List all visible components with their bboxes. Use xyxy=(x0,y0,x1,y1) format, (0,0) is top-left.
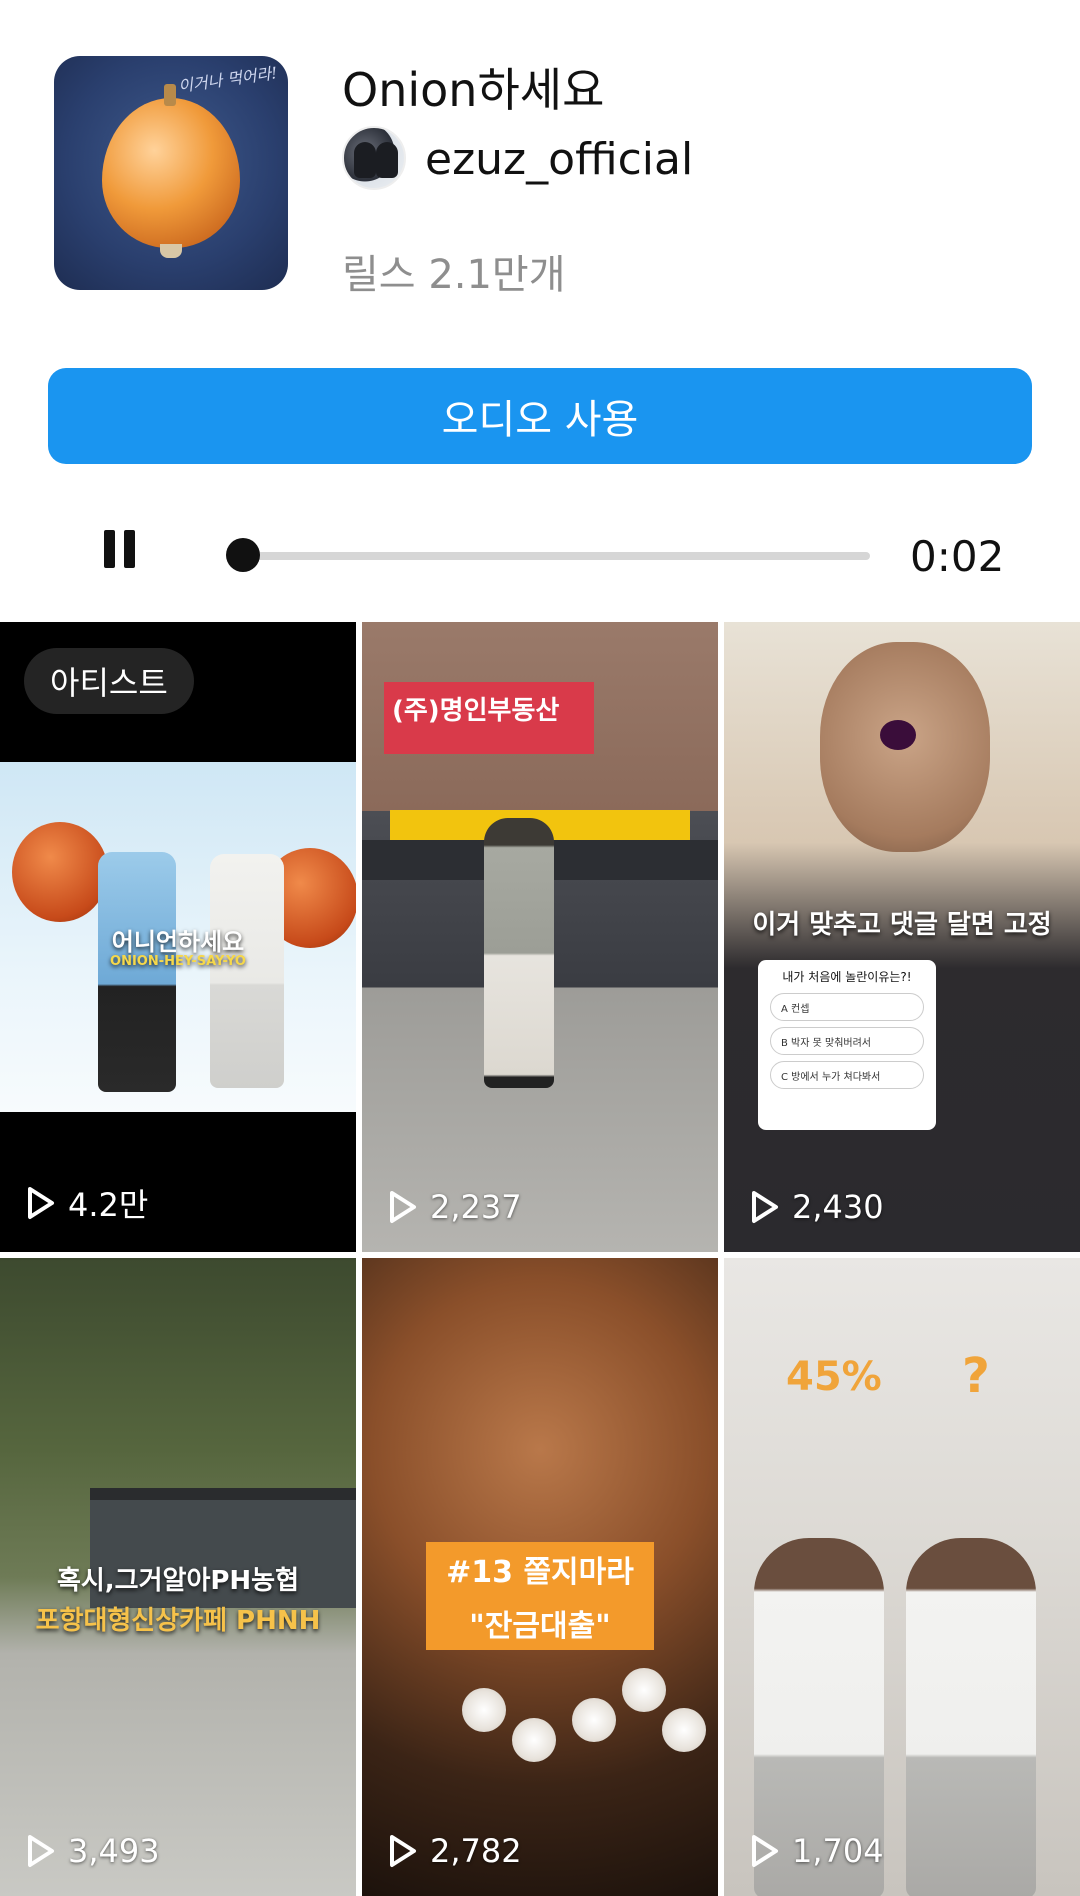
person-figure xyxy=(906,1538,1036,1896)
reel-tile[interactable]: #13 쫄지마라 "잔금대출" 2,782 xyxy=(362,1258,718,1896)
audio-title: Onion하세요 xyxy=(342,63,605,117)
storefront-sign: (주)명인부동산 xyxy=(384,682,594,754)
lamp-decoration xyxy=(622,1668,666,1712)
reel-overlay-subtext: 포항대형신상카페 PHNH xyxy=(35,1606,321,1636)
progress-knob[interactable] xyxy=(226,538,260,572)
play-icon xyxy=(390,1191,416,1223)
reels-count: 릴스 2.1만개 xyxy=(342,252,566,298)
view-count: 2,430 xyxy=(750,1188,884,1226)
view-count-value: 2,430 xyxy=(792,1188,884,1226)
quiz-sticker: 내가 처음에 놀란이유는?! A 컨셉 B 박자 못 맞춰버려서 C 방에서 누… xyxy=(758,960,936,1130)
play-icon xyxy=(752,1835,778,1867)
play-icon xyxy=(390,1835,416,1867)
progress-track[interactable] xyxy=(226,552,870,560)
person-figure xyxy=(484,818,554,1088)
use-audio-button[interactable]: 오디오 사용 xyxy=(48,368,1032,464)
reel-overlay-text: 45% xyxy=(786,1354,882,1400)
view-count: 2,782 xyxy=(388,1832,522,1870)
artist-avatar[interactable] xyxy=(342,126,406,190)
reel-tile[interactable]: 혹시,그거알아PH농협 포항대형신상카페 PHNH 3,493 xyxy=(0,1258,356,1896)
quiz-option: A 컨셉 xyxy=(770,993,924,1021)
reels-grid: 어니언하세요 ONION-HEY-SAY-YO 아티스트 4.2만 (주)명인부… xyxy=(0,622,1080,1896)
reel-overlay-subtext: "잔금대출" xyxy=(426,1596,654,1650)
view-count: 2,237 xyxy=(388,1188,522,1226)
view-count: 3,493 xyxy=(26,1832,160,1870)
view-count-value: 2,782 xyxy=(430,1832,522,1870)
reel-overlay-text: 이거 맞추고 댓글 달면 고정 xyxy=(752,910,1052,940)
onion-image xyxy=(102,84,240,258)
reel-tile[interactable]: 어니언하세요 ONION-HEY-SAY-YO 아티스트 4.2만 xyxy=(0,622,356,1252)
onion-character xyxy=(12,822,108,922)
audio-player: 0:02 xyxy=(0,520,1080,590)
quiz-title: 내가 처음에 놀란이유는?! xyxy=(782,970,912,984)
lamp-decoration xyxy=(662,1708,706,1752)
artist-badge: 아티스트 xyxy=(24,648,194,714)
cover-script-text: 이거나 먹어라! xyxy=(177,63,279,96)
view-count-value: 3,493 xyxy=(68,1832,160,1870)
view-count: 4.2만 xyxy=(26,1180,148,1226)
lamp-decoration xyxy=(462,1688,506,1732)
pause-icon[interactable] xyxy=(100,530,140,578)
reel-tile[interactable]: (주)명인부동산 2,237 xyxy=(362,622,718,1252)
reel-overlay-text: #13 쫄지마라 xyxy=(426,1542,654,1596)
play-icon xyxy=(752,1191,778,1223)
play-icon xyxy=(28,1187,54,1219)
view-count-value: 1,704 xyxy=(792,1832,884,1870)
quiz-option: B 박자 못 맞춰버려서 xyxy=(770,1027,924,1055)
performer-figure xyxy=(210,854,284,1088)
playback-time: 0:02 xyxy=(910,532,1005,581)
reel-overlay-subtext: ? xyxy=(962,1348,990,1404)
view-count-value: 2,237 xyxy=(430,1188,522,1226)
performer-figure xyxy=(98,852,176,1092)
artist-name[interactable]: ezuz_official xyxy=(425,134,693,185)
reel-tile[interactable]: 45% ? 1,704 xyxy=(724,1258,1080,1896)
lamp-decoration xyxy=(512,1718,556,1762)
reel-overlay-text: 혹시,그거알아PH농협 xyxy=(56,1566,300,1596)
audio-cover-art: 이거나 먹어라! xyxy=(54,56,288,290)
view-count-value: 4.2만 xyxy=(68,1186,149,1224)
view-count: 1,704 xyxy=(750,1832,884,1870)
quiz-option: C 방에서 누가 쳐다봐서 xyxy=(770,1061,924,1089)
reel-overlay-text: 어니언하세요 xyxy=(111,928,245,956)
audio-header: 이거나 먹어라! Onion하세요 ezuz_official 릴스 2.1만개 xyxy=(0,0,1080,330)
play-icon xyxy=(28,1835,54,1867)
reel-tile[interactable]: 이거 맞추고 댓글 달면 고정 내가 처음에 놀란이유는?! A 컨셉 B 박자… xyxy=(724,622,1080,1252)
reel-overlay-subtext: ONION-HEY-SAY-YO xyxy=(110,954,246,969)
filter-nose xyxy=(880,720,916,750)
lamp-decoration xyxy=(572,1698,616,1742)
